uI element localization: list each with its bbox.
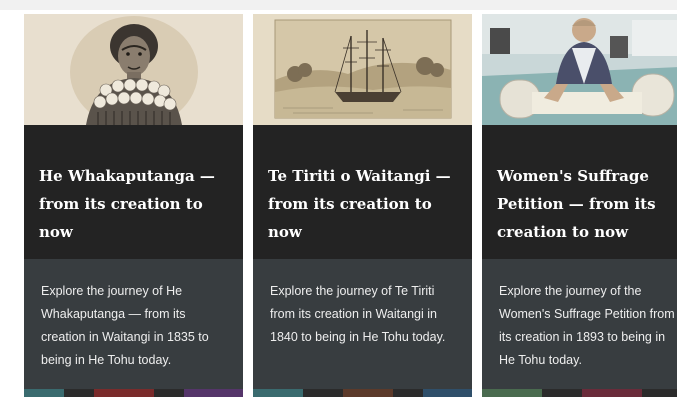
card-image[interactable] — [253, 14, 472, 125]
ship-engraving-icon — [253, 14, 472, 125]
story-card-te-tiriti[interactable]: Te Tiriti o Waitangi — from its creation… — [253, 14, 472, 397]
card-body: Explore the journey of Te Tiriti from it… — [253, 259, 472, 397]
next-card-image-strip — [253, 389, 472, 397]
card-title[interactable]: He Whakaputanga — from its creation to n… — [39, 162, 229, 246]
story-card-he-whakaputanga[interactable]: He Whakaputanga — from its creation to n… — [24, 14, 243, 397]
top-divider — [0, 0, 677, 10]
next-card-image-strip — [482, 389, 677, 397]
next-card-image-strip — [24, 389, 243, 397]
card-description: Explore the journey of the Women's Suffr… — [499, 284, 675, 367]
card-description: Explore the journey of He Whakaputanga —… — [41, 284, 209, 367]
card-title[interactable]: Women's Suffrage Petition — from its cre… — [497, 162, 677, 246]
card-title[interactable]: Te Tiriti o Waitangi — from its creation… — [268, 162, 458, 246]
card-description: Explore the journey of Te Tiriti from it… — [270, 284, 446, 344]
card-body: Explore the journey of He Whakaputanga —… — [24, 259, 243, 397]
story-card-womens-suffrage[interactable]: Women's Suffrage Petition — from its cre… — [482, 14, 677, 397]
portrait-engraving-icon — [24, 14, 243, 125]
card-image[interactable] — [24, 14, 243, 125]
card-image[interactable] — [482, 14, 677, 125]
conservator-photo-icon — [482, 14, 677, 125]
card-body: Explore the journey of the Women's Suffr… — [482, 259, 677, 397]
